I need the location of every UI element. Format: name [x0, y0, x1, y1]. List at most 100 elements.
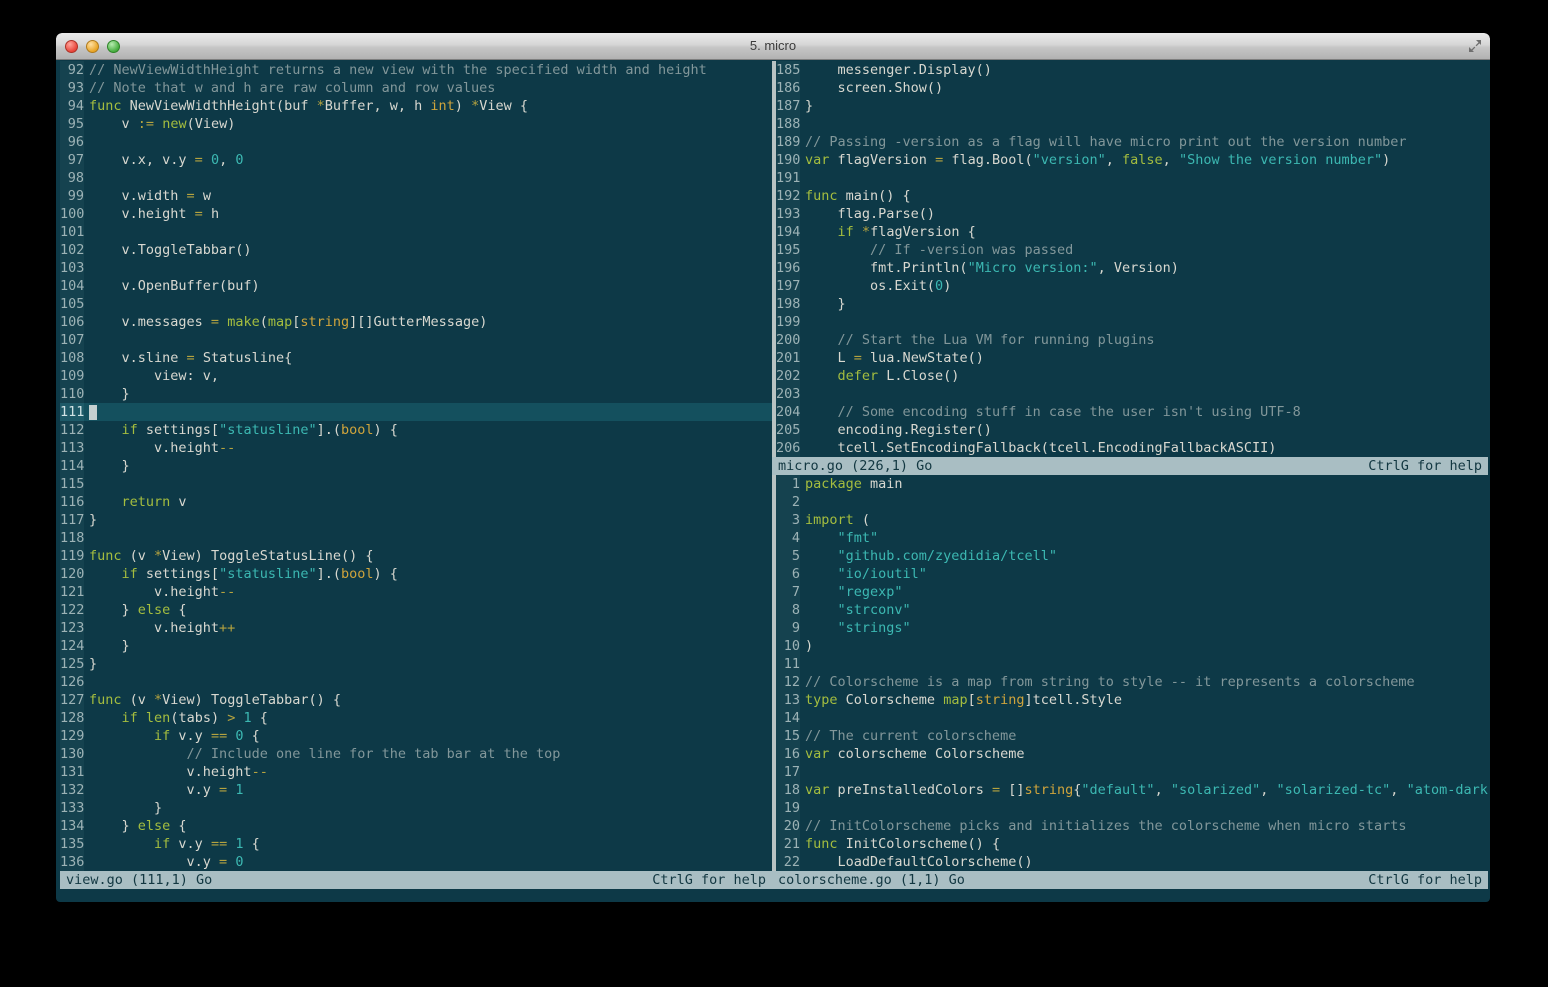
code-line-195[interactable]: 195 // If -version was passed — [776, 241, 1488, 259]
code-line-5[interactable]: 5 "github.com/zyedidia/tcell" — [776, 547, 1488, 565]
code-line-132[interactable]: 132 v.y = 1 — [60, 781, 772, 799]
code-line-185[interactable]: 185 messenger.Display() — [776, 61, 1488, 79]
code-line-134[interactable]: 134 } else { — [60, 817, 772, 835]
code-line-194[interactable]: 194 if *flagVersion { — [776, 223, 1488, 241]
code-line-106[interactable]: 106 v.messages = make(map[string][]Gutte… — [60, 313, 772, 331]
code-line-12[interactable]: 12 // Colorscheme is a map from string to… — [776, 673, 1488, 691]
code-line-135[interactable]: 135 if v.y == 1 { — [60, 835, 772, 853]
code-token: ) — [805, 638, 814, 654]
code-line-105[interactable]: 105 — [60, 295, 772, 313]
code-line-191[interactable]: 191 — [776, 169, 1488, 187]
code-line-109[interactable]: 109 view: v, — [60, 367, 772, 385]
code-line-121[interactable]: 121 v.height-- — [60, 583, 772, 601]
code-line-120[interactable]: 120 if settings["statusline"].(bool) { — [60, 565, 772, 583]
code-line-13[interactable]: 13 type Colorscheme map[string]tcell.Styl… — [776, 691, 1488, 709]
code-line-22[interactable]: 22 LoadDefaultColorscheme() — [776, 853, 1488, 871]
code-line-1[interactable]: 1 package main — [776, 475, 1488, 493]
code-line-129[interactable]: 129 if v.y == 0 { — [60, 727, 772, 745]
code-line-114[interactable]: 114 } — [60, 457, 772, 475]
code-line-196[interactable]: 196 fmt.Println("Micro version:", Versio… — [776, 259, 1488, 277]
editor-pane-micro-go[interactable]: 185 messenger.Display() 186 screen.Show()… — [776, 61, 1488, 457]
code-line-96[interactable]: 96 — [60, 133, 772, 151]
code-line-123[interactable]: 123 v.height++ — [60, 619, 772, 637]
code-line-104[interactable]: 104 v.OpenBuffer(buf) — [60, 277, 772, 295]
code-line-187[interactable]: 187} — [776, 97, 1488, 115]
code-text: L = lua.NewState() — [805, 349, 1488, 367]
code-line-7[interactable]: 7 "regexp" — [776, 583, 1488, 601]
code-line-10[interactable]: 10) — [776, 637, 1488, 655]
code-line-113[interactable]: 113 v.height-- — [60, 439, 772, 457]
code-line-108[interactable]: 108 v.sline = Statusline{ — [60, 349, 772, 367]
code-line-102[interactable]: 102 v.ToggleTabbar() — [60, 241, 772, 259]
code-line-16[interactable]: 16 var colorscheme Colorscheme — [776, 745, 1488, 763]
code-line-94[interactable]: 94 func NewViewWidthHeight(buf *Buffer, w… — [60, 97, 772, 115]
code-line-190[interactable]: 190 var flagVersion = flag.Bool("version"… — [776, 151, 1488, 169]
code-line-202[interactable]: 202 defer L.Close() — [776, 367, 1488, 385]
code-line-4[interactable]: 4 "fmt" — [776, 529, 1488, 547]
code-line-111[interactable]: 111 — [60, 403, 772, 421]
code-line-15[interactable]: 15 // The current colorscheme — [776, 727, 1488, 745]
code-line-110[interactable]: 110 } — [60, 385, 772, 403]
code-line-9[interactable]: 9 "strings" — [776, 619, 1488, 637]
code-line-20[interactable]: 20 // InitColorscheme picks and initializ… — [776, 817, 1488, 835]
code-line-97[interactable]: 97 v.x, v.y = 0, 0 — [60, 151, 772, 169]
code-line-136[interactable]: 136 v.y = 0 — [60, 853, 772, 871]
code-line-201[interactable]: 201 L = lua.NewState() — [776, 349, 1488, 367]
code-line-95[interactable]: 95 v := new(View) — [60, 115, 772, 133]
code-line-204[interactable]: 204 // Some encoding stuff in case the u… — [776, 403, 1488, 421]
code-line-117[interactable]: 117} — [60, 511, 772, 529]
code-line-200[interactable]: 200 // Start the Lua VM for running plug… — [776, 331, 1488, 349]
code-line-21[interactable]: 21 func InitColorscheme() { — [776, 835, 1488, 853]
code-line-100[interactable]: 100 v.height = h — [60, 205, 772, 223]
code-line-116[interactable]: 116 return v — [60, 493, 772, 511]
editor-pane-colorscheme-go[interactable]: 1 package main 2 3 import (4 "fmt" 5 "github.… — [776, 475, 1488, 871]
code-line-2[interactable]: 2 — [776, 493, 1488, 511]
code-line-118[interactable]: 118 — [60, 529, 772, 547]
code-line-14[interactable]: 14 — [776, 709, 1488, 727]
code-line-119[interactable]: 119 func (v *View) ToggleStatusLine() { — [60, 547, 772, 565]
code-token: * — [861, 224, 871, 240]
code-line-112[interactable]: 112 if settings["statusline"].(bool) { — [60, 421, 772, 439]
code-line-128[interactable]: 128 if len(tabs) > 1 { — [60, 709, 772, 727]
code-line-107[interactable]: 107 — [60, 331, 772, 349]
code-line-115[interactable]: 115 — [60, 475, 772, 493]
code-token: } — [89, 602, 138, 618]
code-line-198[interactable]: 198 } — [776, 295, 1488, 313]
code-line-18[interactable]: 18 var preInstalledColors = []string{"def… — [776, 781, 1488, 799]
code-line-197[interactable]: 197 os.Exit(0) — [776, 277, 1488, 295]
code-line-205[interactable]: 205 encoding.Register() — [776, 421, 1488, 439]
code-line-92[interactable]: 92 // NewViewWidthHeight returns a new vi… — [60, 61, 772, 79]
code-text: // Include one line for the tab bar at t… — [89, 745, 772, 763]
code-line-125[interactable]: 125} — [60, 655, 772, 673]
code-line-206[interactable]: 206 tcell.SetEncodingFallback(tcell.Enco… — [776, 439, 1488, 457]
code-line-133[interactable]: 133 } — [60, 799, 772, 817]
code-line-6[interactable]: 6 "io/ioutil" — [776, 565, 1488, 583]
code-line-3[interactable]: 3 import ( — [776, 511, 1488, 529]
code-line-122[interactable]: 122 } else { — [60, 601, 772, 619]
code-line-188[interactable]: 188 — [776, 115, 1488, 133]
code-line-17[interactable]: 17 — [776, 763, 1488, 781]
code-line-192[interactable]: 192 func main() { — [776, 187, 1488, 205]
code-line-189[interactable]: 189// Passing -version as a flag will ha… — [776, 133, 1488, 151]
code-line-199[interactable]: 199 — [776, 313, 1488, 331]
code-line-186[interactable]: 186 screen.Show() — [776, 79, 1488, 97]
window-titlebar[interactable]: 5. micro — [56, 33, 1490, 60]
code-line-93[interactable]: 93 // Note that w and h are raw column an… — [60, 79, 772, 97]
code-line-103[interactable]: 103 — [60, 259, 772, 277]
code-line-101[interactable]: 101 — [60, 223, 772, 241]
code-line-98[interactable]: 98 — [60, 169, 772, 187]
code-line-131[interactable]: 131 v.height-- — [60, 763, 772, 781]
code-line-124[interactable]: 124 } — [60, 637, 772, 655]
code-line-8[interactable]: 8 "strconv" — [776, 601, 1488, 619]
code-line-126[interactable]: 126 — [60, 673, 772, 691]
code-line-127[interactable]: 127 func (v *View) ToggleTabbar() { — [60, 691, 772, 709]
code-line-19[interactable]: 19 — [776, 799, 1488, 817]
code-line-11[interactable]: 11 — [776, 655, 1488, 673]
editor-pane-view-go[interactable]: 92 // NewViewWidthHeight returns a new vi… — [60, 61, 772, 871]
code-line-130[interactable]: 130 // Include one line for the tab bar … — [60, 745, 772, 763]
fullscreen-icon[interactable] — [1467, 38, 1483, 54]
code-line-193[interactable]: 193 flag.Parse() — [776, 205, 1488, 223]
code-line-203[interactable]: 203 — [776, 385, 1488, 403]
code-line-99[interactable]: 99 v.width = w — [60, 187, 772, 205]
code-token: v.y — [89, 782, 220, 798]
